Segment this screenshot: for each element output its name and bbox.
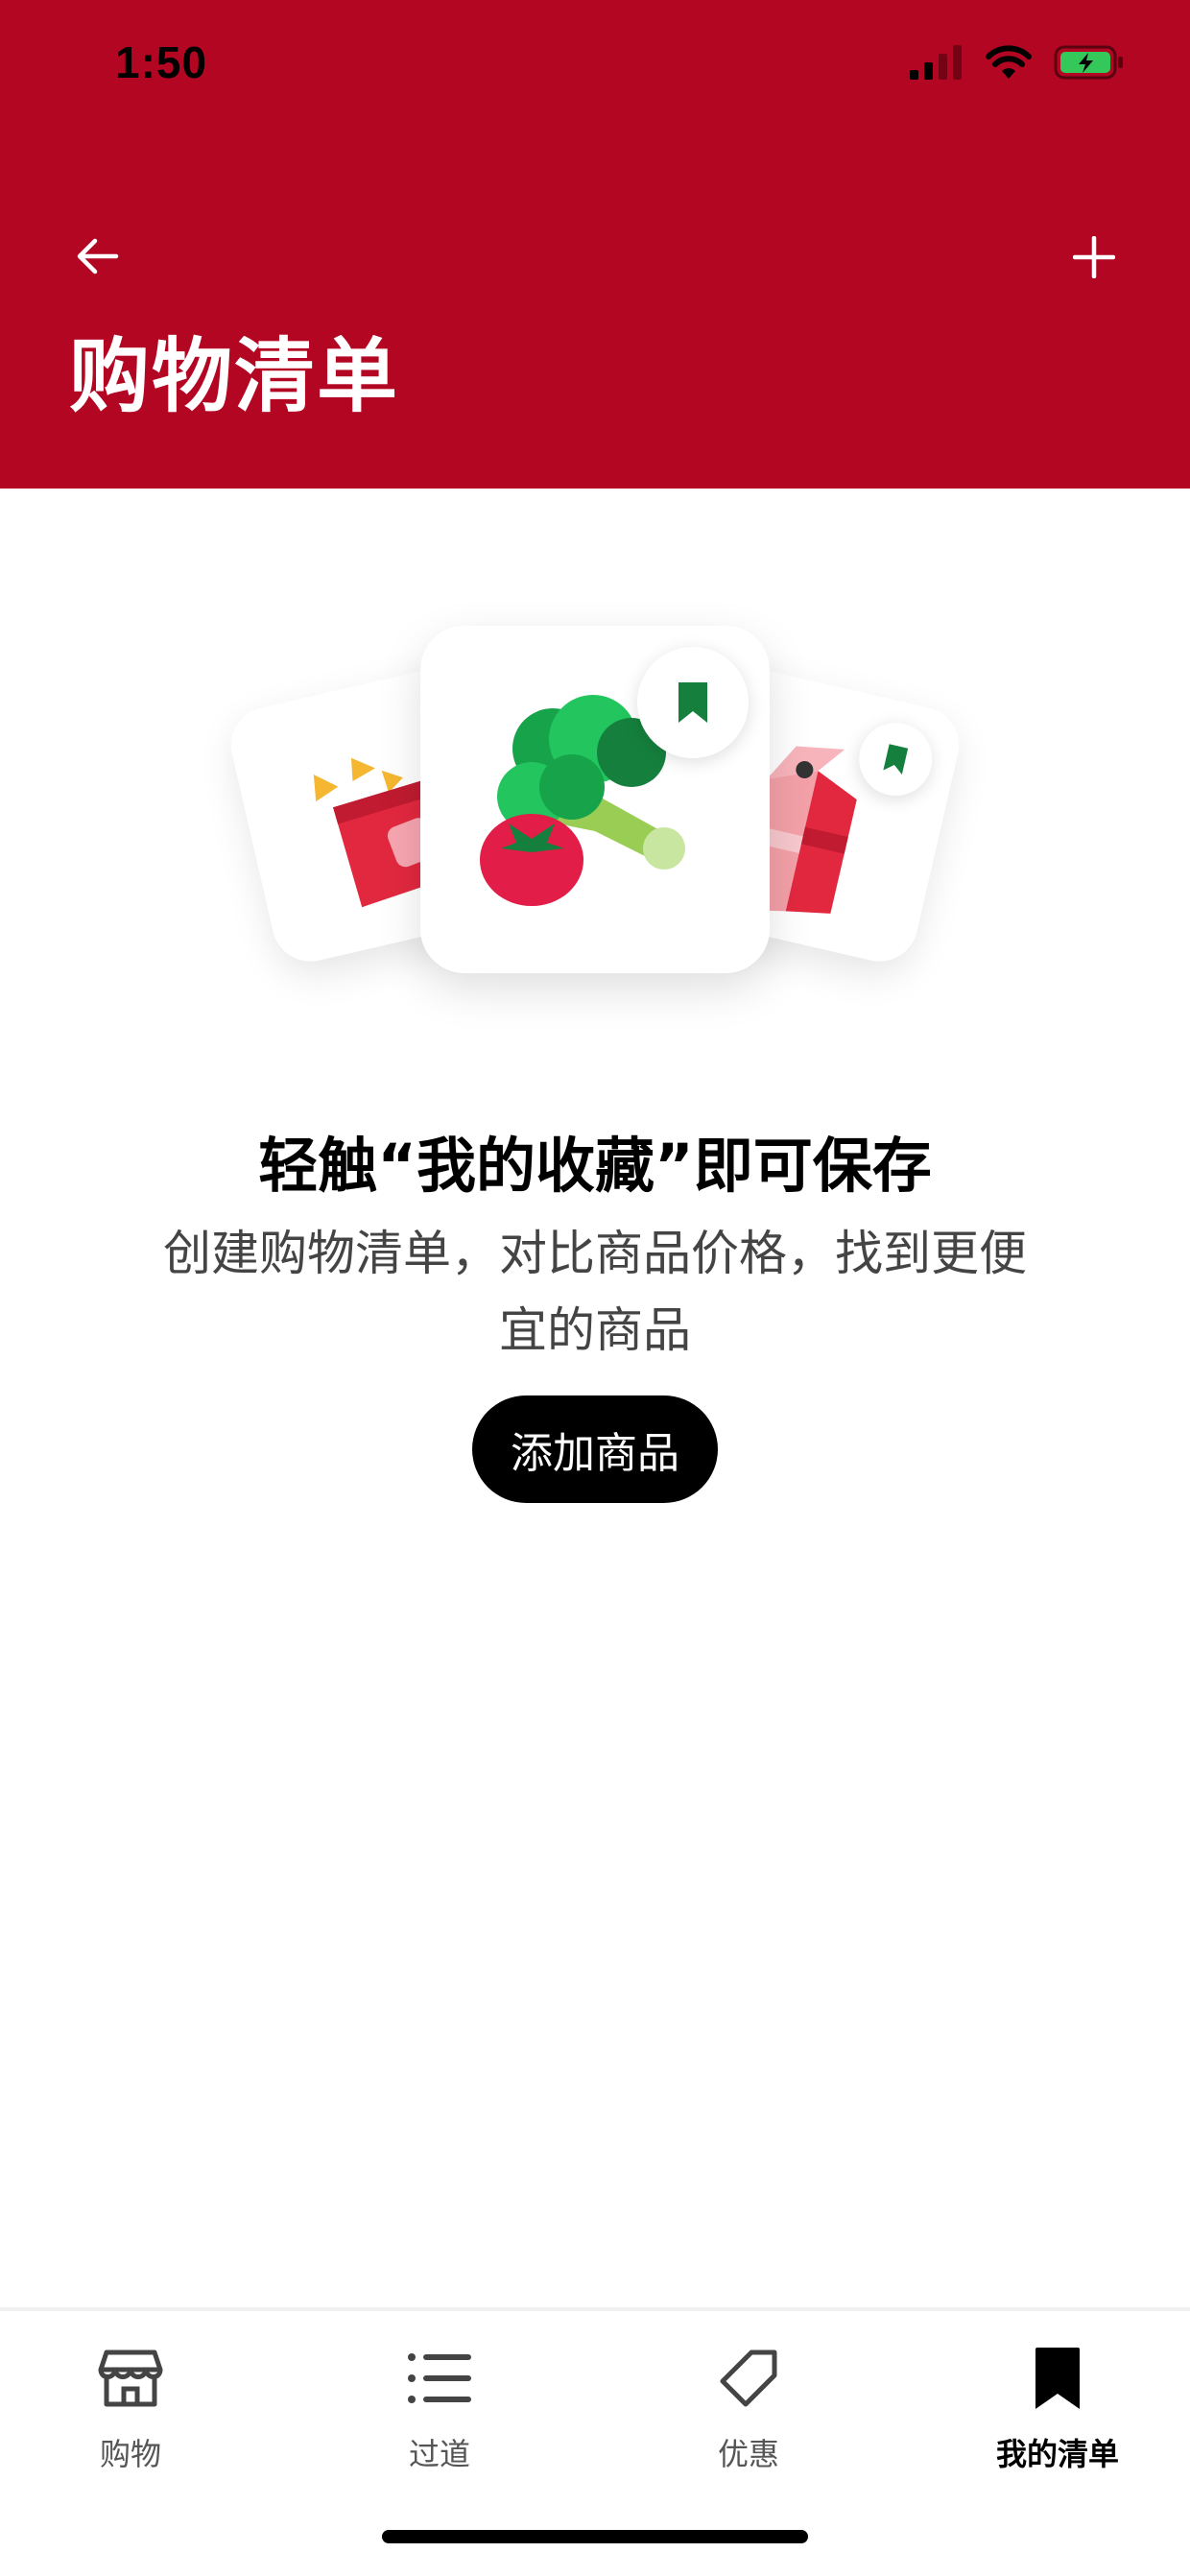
- app-header: 1:50 购物清单: [0, 0, 1190, 489]
- cellular-signal-icon: [910, 45, 962, 80]
- status-time: 1:50: [115, 37, 208, 87]
- produce-card-illustration: [420, 626, 770, 973]
- add-item-button[interactable]: 添加商品: [472, 1395, 718, 1503]
- tab-label: 购物: [99, 2436, 161, 2472]
- empty-state-illustration: [221, 614, 969, 1017]
- bookmark-icon: [883, 744, 909, 775]
- tab-label: 我的清单: [995, 2436, 1119, 2472]
- tag-icon: [720, 2349, 777, 2407]
- arrow-left-icon: [77, 238, 119, 274]
- status-icons: [910, 44, 1125, 81]
- tab-aisles[interactable]: 过道: [334, 2340, 545, 2484]
- tab-shop[interactable]: 购物: [25, 2340, 236, 2484]
- plus-icon: [1073, 236, 1115, 278]
- list-icon: [408, 2353, 471, 2403]
- add-list-button[interactable]: [1065, 228, 1123, 286]
- tab-deals[interactable]: 优惠: [643, 2340, 854, 2484]
- bookmark-badge-large: [637, 647, 749, 758]
- battery-charging-icon: [1054, 45, 1123, 80]
- tab-label: 过道: [408, 2436, 470, 2472]
- page-title: 购物清单: [69, 329, 400, 423]
- home-indicator: [382, 2530, 808, 2543]
- empty-state-description: 创建购物清单，对比商品价格，找到更便宜的商品: [163, 1226, 1027, 1358]
- back-button[interactable]: [67, 227, 127, 286]
- wifi-icon: [986, 45, 1032, 79]
- store-icon: [98, 2349, 163, 2407]
- tab-label: 优惠: [717, 2436, 779, 2472]
- tab-my-lists[interactable]: 我的清单: [952, 2340, 1163, 2484]
- empty-state-title: 轻触“我的收藏”即可保存: [258, 1131, 932, 1201]
- bookmark-icon: [678, 682, 707, 723]
- bookmark-icon: [1035, 2348, 1080, 2409]
